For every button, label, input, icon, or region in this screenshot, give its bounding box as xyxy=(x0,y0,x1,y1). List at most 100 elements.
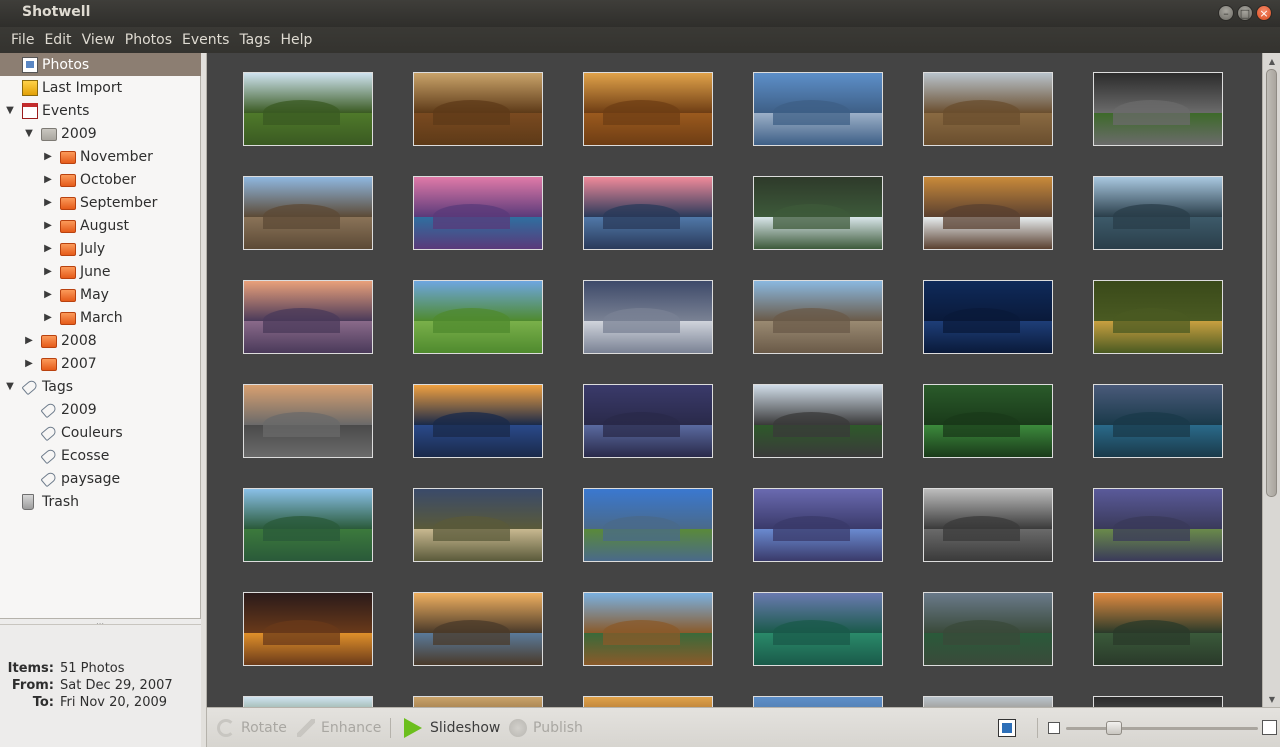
scroll-down-icon[interactable]: ▼ xyxy=(1263,691,1280,707)
photo-thumbnail[interactable] xyxy=(413,280,543,354)
photo-thumbnail[interactable] xyxy=(1093,72,1223,146)
photo-thumbnail[interactable] xyxy=(923,592,1053,666)
sidebar-item-tag[interactable]: Couleurs xyxy=(0,421,201,444)
menu-photos[interactable]: Photos xyxy=(120,27,177,53)
zoom-in-icon[interactable] xyxy=(1262,720,1277,735)
photo-thumbnail[interactable] xyxy=(243,176,373,250)
photo-thumbnail[interactable] xyxy=(1093,488,1223,562)
expander-open-icon[interactable]: ▼ xyxy=(4,105,16,117)
sidebar-item-month[interactable]: ▶ May xyxy=(0,283,201,306)
photo-thumbnail[interactable] xyxy=(753,592,883,666)
photo-thumbnail[interactable] xyxy=(923,280,1053,354)
photo-thumbnail[interactable] xyxy=(753,72,883,146)
photo-thumbnail[interactable] xyxy=(243,280,373,354)
photo-thumbnail[interactable] xyxy=(413,592,543,666)
photo-thumbnail[interactable] xyxy=(1093,696,1223,707)
sidebar-item-year-2007[interactable]: ▶ 2007 xyxy=(0,352,201,375)
expander-open-icon[interactable]: ▼ xyxy=(4,381,16,393)
sidebar-item-month[interactable]: ▶ November xyxy=(0,145,201,168)
zoom-slider[interactable] xyxy=(1066,727,1258,730)
menu-view[interactable]: View xyxy=(77,27,120,53)
photo-thumbnail[interactable] xyxy=(413,384,543,458)
expander-closed-icon[interactable]: ▶ xyxy=(42,220,54,232)
photo-thumbnail[interactable] xyxy=(923,696,1053,707)
sidebar-item-last-import[interactable]: Last Import xyxy=(0,76,201,99)
photo-thumbnail[interactable] xyxy=(583,280,713,354)
photo-thumbnail[interactable] xyxy=(753,488,883,562)
photo-thumbnail[interactable] xyxy=(1093,280,1223,354)
photo-thumbnail[interactable] xyxy=(413,696,543,707)
photo-thumbnail[interactable] xyxy=(583,488,713,562)
photo-thumbnail[interactable] xyxy=(243,488,373,562)
sidebar-item-month[interactable]: ▶ March xyxy=(0,306,201,329)
scroll-thumb[interactable] xyxy=(1266,69,1277,497)
sidebar-item-tag[interactable]: Ecosse xyxy=(0,444,201,467)
photo-view-icon[interactable] xyxy=(998,719,1016,737)
sidebar-item-year-2008[interactable]: ▶ 2008 xyxy=(0,329,201,352)
photo-thumbnail[interactable] xyxy=(243,696,373,707)
minimize-button[interactable]: – xyxy=(1218,5,1234,21)
sidebar-item-month[interactable]: ▶ September xyxy=(0,191,201,214)
sidebar-item-tags[interactable]: ▼ Tags xyxy=(0,375,201,398)
scroll-up-icon[interactable]: ▲ xyxy=(1263,53,1280,69)
zoom-out-icon[interactable] xyxy=(1048,722,1060,734)
expander-closed-icon[interactable]: ▶ xyxy=(42,243,54,255)
enhance-button[interactable]: Enhance xyxy=(297,718,381,738)
info-to-value: Fri Nov 20, 2009 xyxy=(60,695,168,710)
close-button[interactable]: × xyxy=(1256,5,1272,21)
sidebar-item-tag[interactable]: paysage xyxy=(0,467,201,490)
expander-open-icon[interactable]: ▼ xyxy=(23,128,35,140)
photo-thumbnail[interactable] xyxy=(923,488,1053,562)
sidebar-item-month[interactable]: ▶ July xyxy=(0,237,201,260)
expander-closed-icon[interactable]: ▶ xyxy=(42,266,54,278)
sidebar-item-events[interactable]: ▼ Events xyxy=(0,99,201,122)
expander-closed-icon[interactable]: ▶ xyxy=(42,289,54,301)
photo-thumbnail[interactable] xyxy=(923,384,1053,458)
expander-closed-icon[interactable]: ▶ xyxy=(42,151,54,163)
photo-thumbnail[interactable] xyxy=(753,280,883,354)
sidebar-item-month[interactable]: ▶ October xyxy=(0,168,201,191)
photo-thumbnail[interactable] xyxy=(583,72,713,146)
rotate-button[interactable]: Rotate xyxy=(217,718,287,738)
photo-thumbnail[interactable] xyxy=(413,72,543,146)
photo-thumbnail[interactable] xyxy=(583,696,713,707)
menu-edit[interactable]: Edit xyxy=(39,27,76,53)
sidebar-item-month[interactable]: ▶ June xyxy=(0,260,201,283)
folder-icon xyxy=(60,289,76,302)
expander-closed-icon[interactable]: ▶ xyxy=(23,358,35,370)
photo-thumbnail[interactable] xyxy=(923,72,1053,146)
photo-thumbnail[interactable] xyxy=(243,592,373,666)
photo-thumbnail[interactable] xyxy=(1093,592,1223,666)
slideshow-button[interactable]: Slideshow xyxy=(404,718,500,738)
sidebar-item-photos[interactable]: Photos xyxy=(0,53,201,76)
expander-closed-icon[interactable]: ▶ xyxy=(23,335,35,347)
menu-help[interactable]: Help xyxy=(275,27,317,53)
photo-thumbnail[interactable] xyxy=(243,72,373,146)
photo-scrollbar[interactable]: ▲ ▼ xyxy=(1262,53,1280,707)
photo-thumbnail[interactable] xyxy=(753,176,883,250)
sidebar-item-year-2009[interactable]: ▼ 2009 xyxy=(0,122,201,145)
menu-events[interactable]: Events xyxy=(177,27,234,53)
expander-closed-icon[interactable]: ▶ xyxy=(42,174,54,186)
photo-thumbnail[interactable] xyxy=(753,384,883,458)
photo-thumbnail[interactable] xyxy=(1093,176,1223,250)
sidebar-item-month[interactable]: ▶ August xyxy=(0,214,201,237)
maximize-button[interactable]: □ xyxy=(1237,5,1253,21)
expander-closed-icon[interactable]: ▶ xyxy=(42,197,54,209)
photo-thumbnail[interactable] xyxy=(1093,384,1223,458)
sidebar-item-trash[interactable]: Trash xyxy=(0,490,201,513)
photo-thumbnail[interactable] xyxy=(583,176,713,250)
photo-thumbnail[interactable] xyxy=(583,384,713,458)
photo-thumbnail[interactable] xyxy=(413,488,543,562)
photo-thumbnail[interactable] xyxy=(243,384,373,458)
publish-button[interactable]: Publish xyxy=(509,718,583,738)
photo-thumbnail[interactable] xyxy=(413,176,543,250)
photo-thumbnail[interactable] xyxy=(753,696,883,707)
sidebar-item-tag[interactable]: 2009 xyxy=(0,398,201,421)
expander-closed-icon[interactable]: ▶ xyxy=(42,312,54,324)
menu-tags[interactable]: Tags xyxy=(234,27,275,53)
photo-thumbnail[interactable] xyxy=(923,176,1053,250)
menu-file[interactable]: File xyxy=(6,27,39,53)
zoom-slider-knob[interactable] xyxy=(1106,721,1122,735)
photo-thumbnail[interactable] xyxy=(583,592,713,666)
